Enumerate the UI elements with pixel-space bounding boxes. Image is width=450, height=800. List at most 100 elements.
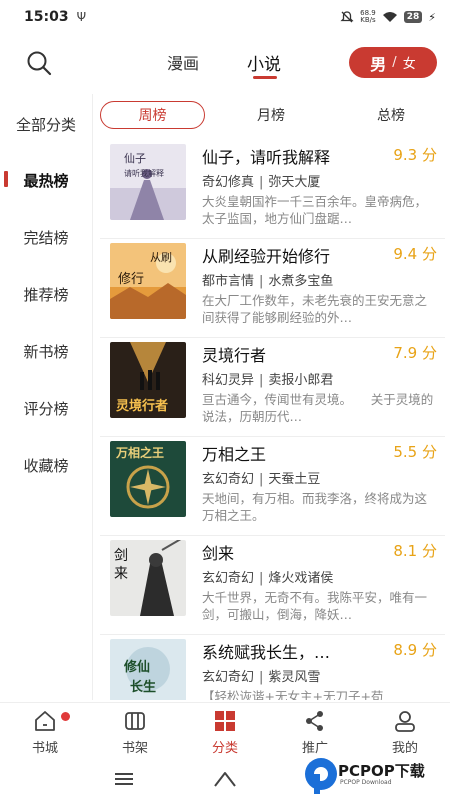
rank-tab-total[interactable]: 总榜 xyxy=(360,101,422,129)
sidebar-item-finished[interactable]: 完结榜 xyxy=(0,227,92,248)
share-icon xyxy=(306,711,323,731)
status-icons: 68.9 KB/s 28 ⚡ xyxy=(340,10,436,24)
book-description: 在大厂工作数年，未老先衰的王安无意之间获得了能够刷经验的外… xyxy=(202,293,428,325)
tab-active-indicator xyxy=(253,76,277,79)
book-row[interactable]: 从刷 修行 从刷经验开始修行 9.4 分 都市言情 | 水煮多宝鱼 在大厂工作数年，… xyxy=(100,239,445,338)
charging-icon: ⚡ xyxy=(428,10,436,24)
book-title[interactable]: 系统赋我长生，… xyxy=(202,639,330,663)
status-bar: 15:03 Ψ 68.9 KB/s 28 ⚡ xyxy=(0,0,450,34)
book-genre: 科幻灵异 xyxy=(202,373,255,388)
meta-separator: | xyxy=(259,175,264,190)
book-score: 8.9 分 xyxy=(393,641,437,659)
gender-separator: / xyxy=(392,55,397,70)
search-icon[interactable] xyxy=(24,48,54,78)
nav-category[interactable]: 分类 xyxy=(195,709,255,756)
sidebar-item-rating[interactable]: 评分榜 xyxy=(0,398,92,419)
svg-text:请听我解释: 请听我解释 xyxy=(124,168,164,178)
meta-separator: | xyxy=(259,373,264,388)
sidebar-item-new[interactable]: 新书榜 xyxy=(0,341,92,362)
tab-comics[interactable]: 漫画 xyxy=(167,50,199,74)
sidebar-item-favorites[interactable]: 收藏榜 xyxy=(0,455,92,476)
book-row[interactable]: 仙子 请听我解释 仙子，请听我解释 9.3 分 奇幻修真 | 弥天大厦 大炎皇朝国祚… xyxy=(100,140,445,239)
book-title[interactable]: 灵境行者 xyxy=(202,342,266,366)
book-description: 天地间，有万相。而我李洛，终将成为这万相之王。 xyxy=(202,491,428,523)
meta-separator: | xyxy=(259,571,264,586)
usb-icon: Ψ xyxy=(76,10,87,24)
mute-icon xyxy=(340,11,354,23)
book-description: 大千世界，无奇不有。我陈平安，唯有一剑，可搬山，倒海，降妖… xyxy=(202,590,428,622)
svg-text:长生: 长生 xyxy=(130,679,156,695)
notification-badge xyxy=(61,712,70,721)
book-icon xyxy=(125,712,145,730)
net-speed: 68.9 KB/s xyxy=(360,9,376,24)
svg-text:修仙: 修仙 xyxy=(123,659,150,675)
book-author: 弥天大厦 xyxy=(268,175,321,190)
book-cover[interactable]: 修仙 长生 xyxy=(110,639,186,700)
svg-text:剑: 剑 xyxy=(114,548,128,564)
menu-icon[interactable] xyxy=(114,772,134,786)
battery-icon: 28 xyxy=(403,11,423,23)
book-author: 天蚕土豆 xyxy=(268,472,321,487)
status-time: 15:03 xyxy=(24,9,69,25)
nav-bookshelf[interactable]: 书架 xyxy=(105,709,165,756)
book-description: 亘古通今，传闻世有灵境。 关于灵境的说法，历朝历代… xyxy=(202,392,434,424)
book-genre: 都市言情 xyxy=(202,274,255,289)
book-score: 9.3 分 xyxy=(393,146,437,164)
book-meta: 奇幻修真 | 弥天大厦 xyxy=(202,171,320,190)
watermark-subtitle: PCPOP Download xyxy=(340,779,392,786)
book-cover[interactable]: 仙子 请听我解释 xyxy=(110,144,186,220)
book-title[interactable]: 从刷经验开始修行 xyxy=(202,243,330,267)
sidebar-item-all[interactable]: 全部分类 xyxy=(0,114,92,135)
book-genre: 奇幻修真 xyxy=(202,175,255,190)
wifi-icon xyxy=(382,12,397,22)
book-row[interactable]: 修仙 长生 系统赋我长生，… 8.9 分 玄幻奇幻 | 紫灵风雪 【轻松诙谐+无女主… xyxy=(100,635,445,700)
book-meta: 玄幻奇幻 | 紫灵风雪 xyxy=(202,666,320,685)
tab-novels[interactable]: 小说 xyxy=(247,50,281,75)
svg-text:仙子: 仙子 xyxy=(124,152,146,165)
home-button-icon[interactable] xyxy=(213,770,237,788)
svg-text:来: 来 xyxy=(114,566,128,582)
book-title[interactable]: 万相之王 xyxy=(202,441,266,465)
grid-icon xyxy=(215,711,235,731)
book-description: 【轻松诙谐+无女主+无刀子+苟 xyxy=(202,689,384,700)
category-sidebar: 全部分类 最热榜 完结榜 推荐榜 新书榜 评分榜 收藏榜 xyxy=(0,94,92,700)
book-row[interactable]: 剑 来 剑来 8.1 分 玄幻奇幻 | 烽火戏诸侯 大千世界，无奇不有。我陈平安，唯… xyxy=(100,536,445,635)
gender-male[interactable]: 男 xyxy=(370,51,386,75)
book-meta: 玄幻奇幻 | 烽火戏诸侯 xyxy=(202,567,333,586)
rank-tab-monthly[interactable]: 月榜 xyxy=(240,101,302,129)
svg-text:修行: 修行 xyxy=(118,272,144,287)
watermark-title: PCPOP下载 xyxy=(338,762,425,780)
book-author: 卖报小郎君 xyxy=(268,373,334,388)
nav-profile[interactable]: 我的 xyxy=(375,709,435,756)
book-list: 仙子 请听我解释 仙子，请听我解释 9.3 分 奇幻修真 | 弥天大厦 大炎皇朝国祚… xyxy=(100,140,445,700)
svg-text:万相之王: 万相之王 xyxy=(115,445,164,460)
sidebar-item-recommended[interactable]: 推荐榜 xyxy=(0,284,92,305)
book-genre: 玄幻奇幻 xyxy=(202,472,255,487)
nav-label: 分类 xyxy=(211,741,238,756)
book-description: 大炎皇朝国祚一千三百余年。皇帝病危，太子监国，地方仙门盘踞… xyxy=(202,194,428,226)
top-bar: 漫画 小说 男 / 女 xyxy=(0,38,450,86)
meta-separator: | xyxy=(259,472,264,487)
svg-text:灵境行者: 灵境行者 xyxy=(116,398,168,414)
book-row[interactable]: 灵境行者 灵境行者 7.9 分 科幻灵异 | 卖报小郎君 亘古通今，传闻世有灵境。 … xyxy=(100,338,445,437)
book-meta: 玄幻奇幻 | 天蚕土豆 xyxy=(202,468,320,487)
book-row[interactable]: 万相之王 万相之王 5.5 分 玄幻奇幻 | 天蚕土豆 天地间，有万相。而我李洛，终… xyxy=(100,437,445,536)
gender-female[interactable]: 女 xyxy=(403,53,416,72)
book-title[interactable]: 剑来 xyxy=(202,540,234,564)
book-title[interactable]: 仙子，请听我解释 xyxy=(202,144,330,168)
book-cover[interactable]: 万相之王 xyxy=(110,441,186,517)
user-icon xyxy=(395,711,415,732)
nav-label: 书城 xyxy=(31,741,58,756)
rank-tab-weekly[interactable]: 周榜 xyxy=(100,101,205,129)
book-score: 8.1 分 xyxy=(393,542,437,560)
home-icon xyxy=(35,711,55,731)
meta-separator: | xyxy=(259,274,264,289)
gender-toggle[interactable]: 男 / 女 xyxy=(349,47,437,78)
book-cover[interactable]: 灵境行者 xyxy=(110,342,186,418)
book-score: 5.5 分 xyxy=(393,443,437,461)
sidebar-item-hot[interactable]: 最热榜 xyxy=(0,170,92,191)
book-score: 9.4 分 xyxy=(393,245,437,263)
nav-promote[interactable]: 推广 xyxy=(285,709,345,756)
book-cover[interactable]: 剑 来 xyxy=(110,540,186,616)
book-cover[interactable]: 从刷 修行 xyxy=(110,243,186,319)
